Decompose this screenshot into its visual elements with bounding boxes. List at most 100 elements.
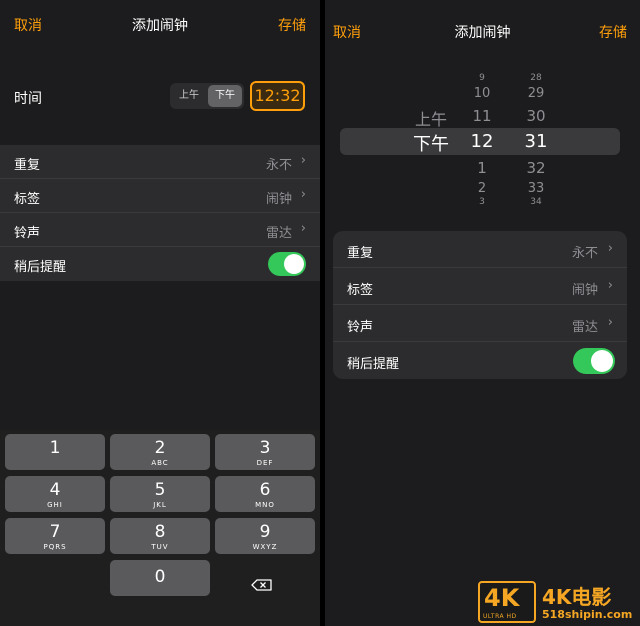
picker-hour-option[interactable]: 11 (467, 107, 497, 125)
key-digit: 2 (154, 438, 166, 458)
key-4[interactable]: 4 GHI (5, 476, 105, 512)
pm-option[interactable]: 下午 (208, 85, 242, 107)
watermark-url: 518shipin.com (542, 608, 633, 621)
snooze-row: 稍后提醒 (333, 342, 627, 379)
repeat-value: 永不 (571, 246, 598, 261)
sound-label: 铃声 (14, 226, 41, 241)
key-letters: JKL (153, 501, 167, 509)
key-letters: PQRS (43, 543, 67, 551)
label-label: 标签 (347, 283, 374, 298)
right-screen: 取消 添加闹钟 存储 上午 下午 9 10 11 12 1 2 3 28 29 … (325, 0, 640, 626)
settings-list: 重复 永不 › 标签 闹钟 › 铃声 雷达 › 稍后提醒 (0, 145, 320, 281)
snooze-toggle[interactable] (268, 252, 306, 276)
key-digit: 9 (259, 522, 271, 542)
page-title: 添加闹钟 (454, 25, 511, 41)
snooze-label: 稍后提醒 (347, 357, 400, 372)
toggle-knob (591, 350, 613, 372)
key-0[interactable]: 0 (110, 560, 210, 596)
badge-subtext: ULTRA HD (483, 613, 517, 620)
picker-minute-option[interactable]: 32 (521, 159, 551, 177)
chevron-right-icon: › (607, 241, 613, 256)
badge-text: 4K (484, 584, 520, 612)
picker-hour-option[interactable]: 10 (468, 86, 496, 101)
key-1[interactable]: 1 (5, 434, 105, 470)
time-label: 时间 (14, 91, 42, 107)
delete-left-icon (251, 579, 272, 591)
key-letters: TUV (151, 543, 169, 551)
repeat-value: 永不 (265, 158, 292, 173)
key-letters: WXYZ (252, 543, 278, 551)
picker-ampm-selected[interactable]: 下午 (413, 130, 449, 156)
key-digit: 8 (154, 522, 166, 542)
key-6[interactable]: 6 MNO (215, 476, 315, 512)
settings-list: 重复 永不 › 标签 闹钟 › 铃声 雷达 › 稍后提醒 (333, 231, 627, 379)
sound-label: 铃声 (347, 320, 374, 335)
key-digit: 3 (259, 438, 271, 458)
page-title: 添加闹钟 (132, 18, 188, 34)
picker-hour-option[interactable]: 1 (470, 159, 494, 177)
key-digit: 4 (49, 480, 61, 500)
picker-hour-selected[interactable]: 12 (466, 131, 498, 152)
key-7[interactable]: 7 PQRS (5, 518, 105, 554)
key-letters: DEF (256, 459, 274, 467)
key-8[interactable]: 8 TUV (110, 518, 210, 554)
toggle-knob (284, 254, 304, 274)
chevron-right-icon: › (300, 221, 306, 236)
sound-row[interactable]: 铃声 雷达 › (0, 213, 320, 247)
chevron-right-icon: › (607, 278, 613, 293)
time-row: 时间 上午 下午 12:32 (0, 72, 320, 120)
4k-badge: 4K ULTRA HD (478, 581, 536, 623)
sound-row[interactable]: 铃声 雷达 › (333, 305, 627, 342)
chevron-right-icon: › (607, 315, 613, 330)
chevron-right-icon: › (300, 153, 306, 168)
key-digit: 0 (154, 567, 166, 587)
snooze-row: 稍后提醒 (0, 247, 320, 281)
am-option[interactable]: 上午 (172, 85, 206, 107)
save-button[interactable]: 存储 (278, 15, 306, 35)
key-letters: ABC (151, 459, 169, 467)
key-digit: 1 (49, 438, 61, 458)
repeat-label: 重复 (14, 158, 41, 173)
key-letters: GHI (47, 501, 63, 509)
picker-minute-option[interactable]: 30 (521, 107, 551, 125)
save-button[interactable]: 存储 (599, 22, 627, 42)
key-digit: 7 (49, 522, 61, 542)
label-row[interactable]: 标签 闹钟 › (0, 179, 320, 213)
snooze-label: 稍后提醒 (14, 260, 67, 275)
repeat-row[interactable]: 重复 永不 › (0, 145, 320, 179)
nav-bar: 取消 添加闹钟 存储 (0, 0, 320, 50)
picker-minute-option[interactable]: 33 (522, 181, 550, 196)
sound-value: 雷达 (265, 226, 292, 241)
time-picker[interactable]: 上午 下午 9 10 11 12 1 2 3 28 29 30 31 32 33… (325, 70, 640, 215)
label-label: 标签 (14, 192, 41, 207)
left-screen: 取消 添加闹钟 存储 时间 上午 下午 12:32 重复 永不 › 标签 闹钟 … (0, 0, 320, 626)
picker-minute-option[interactable]: 28 (523, 73, 549, 83)
numeric-keypad: 1 2 ABC 3 DEF 4 GHI 5 JKL 6 MNO 7 PQRS 8 TUV 9W… (0, 430, 320, 626)
key-letters: MNO (255, 501, 275, 509)
picker-hour-option[interactable]: 3 (472, 197, 492, 207)
key-2[interactable]: 2 ABC (110, 434, 210, 470)
watermark-logo: 4K ULTRA HD 4K电影 518shipin.com (478, 579, 638, 625)
key-5[interactable]: 5 JKL (110, 476, 210, 512)
key-3[interactable]: 3 DEF (215, 434, 315, 470)
label-value: 闹钟 (571, 283, 598, 298)
repeat-label: 重复 (347, 246, 374, 261)
picker-minute-option[interactable]: 29 (522, 86, 550, 101)
snooze-toggle[interactable] (573, 348, 615, 374)
chevron-right-icon: › (300, 187, 306, 202)
watermark-text: 4K电影 (542, 585, 612, 609)
picker-hour-option[interactable]: 2 (470, 181, 494, 196)
delete-button[interactable] (215, 567, 315, 603)
ampm-segmented-control[interactable]: 上午 下午 (170, 83, 244, 109)
sound-value: 雷达 (571, 320, 598, 335)
key-digit: 5 (154, 480, 166, 500)
picker-minute-option[interactable]: 34 (523, 197, 549, 207)
key-digit: 6 (259, 480, 271, 500)
picker-minute-selected[interactable]: 31 (520, 131, 552, 152)
picker-hour-option[interactable]: 9 (472, 73, 492, 83)
key-9[interactable]: 9 WXYZ (215, 518, 315, 554)
time-input[interactable]: 12:32 (250, 81, 305, 111)
picker-ampm-option[interactable]: 上午 (415, 106, 447, 130)
repeat-row[interactable]: 重复 永不 › (333, 231, 627, 268)
label-row[interactable]: 标签 闹钟 › (333, 268, 627, 305)
